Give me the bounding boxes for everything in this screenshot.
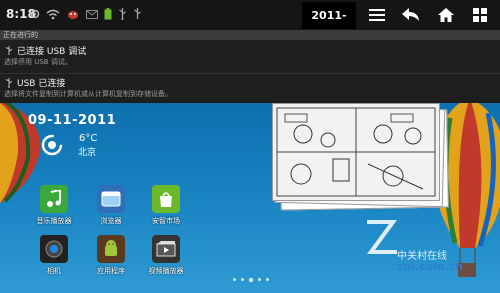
notification-header-label: 正在进行的 — [3, 31, 38, 39]
notification-description: 选择停用 USB 调试。 — [4, 58, 72, 66]
menu-icon — [369, 9, 385, 21]
notification-title: USB 已连接 — [17, 79, 66, 89]
watermark-en: zol.com.cn — [397, 260, 463, 273]
app-music-player[interactable]: 音乐播放器 — [31, 185, 77, 226]
page-dot[interactable] — [266, 278, 269, 281]
app-camera[interactable]: 相机 — [31, 235, 77, 276]
camera-icon — [40, 235, 68, 263]
clock-date[interactable]: 09-11-2011 — [28, 113, 116, 128]
notification-usb-connected[interactable]: USB 已连接 选择将文件复制到计算机或从计算机复制到存储设备。 — [0, 73, 500, 101]
page-dot[interactable] — [233, 278, 236, 281]
status-icons — [30, 5, 142, 23]
usb-debug-icon — [134, 8, 141, 19]
notification-list: 已连接 USB 调试 选择停用 USB 调试。 USB 已连接 选择将文件复制到… — [0, 40, 500, 103]
usb-icon — [5, 78, 13, 88]
page-dot-active[interactable] — [249, 278, 253, 282]
app-label: 视频播放器 — [148, 267, 184, 275]
notification-description: 选择将文件复制到计算机或从计算机复制到存储设备。 — [4, 90, 172, 98]
app-label: 安智市场 — [152, 217, 180, 225]
app-label: 音乐播放器 — [36, 217, 72, 225]
weather-city: 北京 — [78, 148, 97, 158]
settings-icon — [30, 9, 40, 19]
music-icon — [40, 185, 68, 213]
app-applications[interactable]: 应用程序 — [88, 235, 134, 276]
weather-temperature: 6°C — [79, 133, 98, 144]
app-market[interactable]: 安智市场 — [143, 185, 189, 226]
page-dot[interactable] — [241, 278, 244, 281]
home-button[interactable] — [433, 4, 459, 26]
notification-header: 正在进行的 — [0, 30, 500, 40]
app-label: 应用程序 — [97, 267, 125, 275]
app-label: 浏览器 — [100, 217, 122, 225]
wifi-icon — [46, 9, 60, 19]
usb-debug-icon — [5, 46, 13, 55]
browser-icon — [97, 185, 125, 213]
page-indicator[interactable] — [233, 278, 269, 282]
page-dot[interactable] — [258, 278, 261, 281]
usb-icon — [119, 8, 126, 20]
back-arrow-icon — [402, 8, 419, 21]
app-video-player[interactable]: 视频播放器 — [143, 235, 189, 276]
status-date[interactable]: 2011-11-9 — [302, 2, 356, 49]
recent-apps-button[interactable] — [467, 4, 493, 26]
comic-sketch-icon — [276, 107, 436, 197]
mail-icon — [86, 9, 98, 19]
battery-icon — [104, 8, 112, 20]
notification-usb-debug[interactable]: 已连接 USB 调试 选择停用 USB 调试。 — [0, 42, 500, 70]
notification-title: 已连接 USB 调试 — [17, 47, 87, 57]
home-icon — [438, 8, 454, 22]
app-browser[interactable]: 浏览器 — [88, 185, 134, 226]
video-icon — [152, 235, 180, 263]
weather-icon — [41, 134, 63, 156]
back-button[interactable] — [398, 4, 424, 26]
app-label: 相机 — [47, 267, 61, 275]
market-icon — [152, 185, 180, 213]
apps-icon — [97, 235, 125, 263]
status-bar: 8:18 2011-11-9 — [0, 0, 500, 49]
debug-bug-icon — [68, 10, 78, 19]
home-screen: 09-11-2011 6°C 北京 音乐播放器 浏览器 安智市场 相机 应用程序… — [0, 103, 500, 293]
menu-button[interactable] — [364, 4, 390, 26]
zol-logo — [367, 220, 397, 254]
grid-icon — [473, 8, 487, 22]
photo-frame-widget[interactable] — [272, 103, 440, 201]
